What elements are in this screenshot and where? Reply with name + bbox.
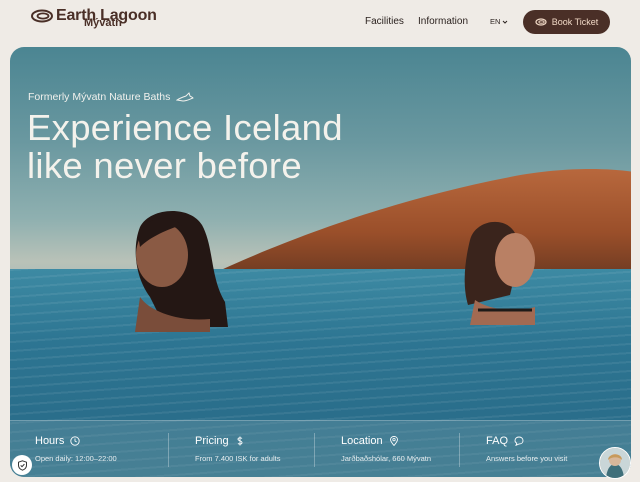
info-hours[interactable]: Hours Open daily: 12:00–22:00 [35, 435, 117, 463]
hero-headline: Experience Iceland like never before [27, 109, 343, 185]
info-subtitle: Open daily: 12:00–22:00 [35, 454, 117, 463]
nav-information[interactable]: Information [418, 16, 468, 27]
headline-line: Experience Iceland [27, 107, 343, 148]
info-pricing[interactable]: Pricing From 7.400 ISK for adults [195, 435, 280, 463]
divider [459, 433, 460, 467]
divider [314, 433, 315, 467]
language-selector[interactable]: EN [490, 17, 508, 26]
chat-avatar-button[interactable] [599, 447, 631, 479]
lagoon-logo-icon [31, 9, 53, 23]
chevron-down-icon [503, 20, 508, 24]
info-title: Pricing [195, 435, 229, 447]
info-title: FAQ [486, 435, 509, 447]
site-header: Earth Lagoon Mývatn Facilities Informati… [0, 0, 640, 46]
avatar [600, 448, 630, 478]
hero-banner: Formerly Mývatn Nature Baths Experience … [10, 47, 631, 477]
privacy-shield-button[interactable] [12, 455, 32, 475]
language-label: EN [490, 17, 501, 26]
bather-image [135, 210, 228, 332]
chat-bubble-icon [514, 436, 524, 446]
info-bar: Hours Open daily: 12:00–22:00 Pricing Fr… [10, 420, 631, 477]
location-pin-icon [389, 436, 398, 446]
lagoon-logo-icon [535, 18, 547, 26]
brand-location: Mývatn [84, 17, 122, 29]
book-ticket-button[interactable]: Book Ticket [523, 10, 610, 34]
info-title: Hours [35, 435, 65, 447]
eyebrow-text: Formerly Mývatn Nature Baths [28, 91, 171, 103]
book-ticket-label: Book Ticket [551, 17, 599, 27]
info-location[interactable]: Location Jarðbaðshólar, 660 Mývatn [341, 435, 431, 463]
info-faq[interactable]: FAQ Answers before you visit [486, 435, 567, 463]
headline-line: like never before [27, 145, 302, 186]
bird-icon [176, 92, 194, 102]
info-title: Location [341, 435, 383, 447]
shield-check-icon [17, 459, 27, 471]
bather-image [464, 221, 535, 325]
dollar-icon [237, 436, 243, 446]
divider [168, 433, 169, 467]
hero-eyebrow: Formerly Mývatn Nature Baths [28, 91, 194, 103]
info-subtitle: From 7.400 ISK for adults [195, 454, 281, 463]
nav-facilities[interactable]: Facilities [365, 16, 404, 27]
info-subtitle: Answers before you visit [486, 454, 568, 463]
clock-icon [70, 436, 80, 446]
info-subtitle: Jarðbaðshólar, 660 Mývatn [341, 454, 432, 463]
